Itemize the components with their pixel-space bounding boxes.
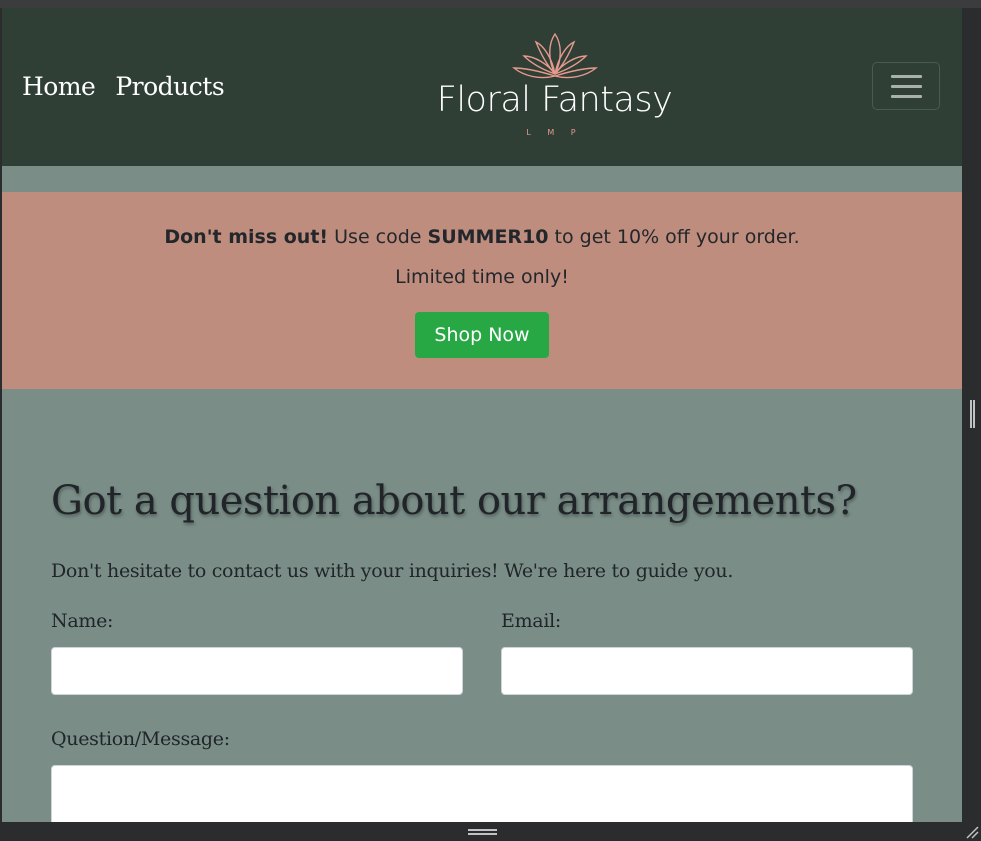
navbar: Home Products Floral Fantasy L M P: [2, 8, 962, 166]
hamburger-menu-icon: [891, 75, 922, 78]
window-top-strip: [0, 0, 981, 8]
resize-grip-icon[interactable]: [965, 825, 979, 839]
name-label: Name:: [51, 610, 114, 632]
nav-link-home[interactable]: Home: [22, 72, 96, 101]
brand-logo[interactable]: Floral Fantasy L M P: [432, 30, 677, 142]
promo-text-a: Use code: [328, 226, 428, 248]
horizontal-resize-handle[interactable]: [468, 829, 497, 835]
hamburger-menu-icon: [891, 85, 922, 88]
contact-subtitle: Don't hesitate to contact us with your i…: [51, 560, 734, 582]
promo-text-b: to get 10% off your order.: [548, 226, 800, 248]
promo-lead: Don't miss out!: [164, 226, 329, 248]
contact-title: Got a question about our arrangements?: [51, 478, 857, 524]
message-label: Question/Message:: [51, 728, 230, 750]
message-textarea[interactable]: [51, 765, 913, 822]
vertical-resize-handle[interactable]: [970, 400, 975, 428]
page-viewport: Home Products Floral Fantasy L M P Don't…: [2, 8, 962, 822]
nav-links: Home Products: [22, 72, 225, 101]
brand-name: Floral Fantasy: [436, 80, 673, 120]
shop-now-button[interactable]: Shop Now: [415, 312, 549, 358]
email-label: Email:: [501, 610, 561, 632]
nav-link-products[interactable]: Products: [115, 72, 224, 101]
lotus-logo-icon: [512, 32, 598, 79]
brand-subtitle: L M P: [526, 128, 583, 137]
hamburger-menu-icon: [891, 95, 922, 98]
name-input[interactable]: [51, 647, 463, 695]
promo-code: SUMMER10: [427, 226, 549, 248]
promo-banner: [2, 192, 962, 389]
email-input[interactable]: [501, 647, 913, 695]
hamburger-menu-button[interactable]: [872, 62, 940, 110]
promo-limited-time: Limited time only!: [395, 266, 569, 288]
promo-message: Don't miss out! Use code SUMMER10 to get…: [2, 226, 962, 248]
